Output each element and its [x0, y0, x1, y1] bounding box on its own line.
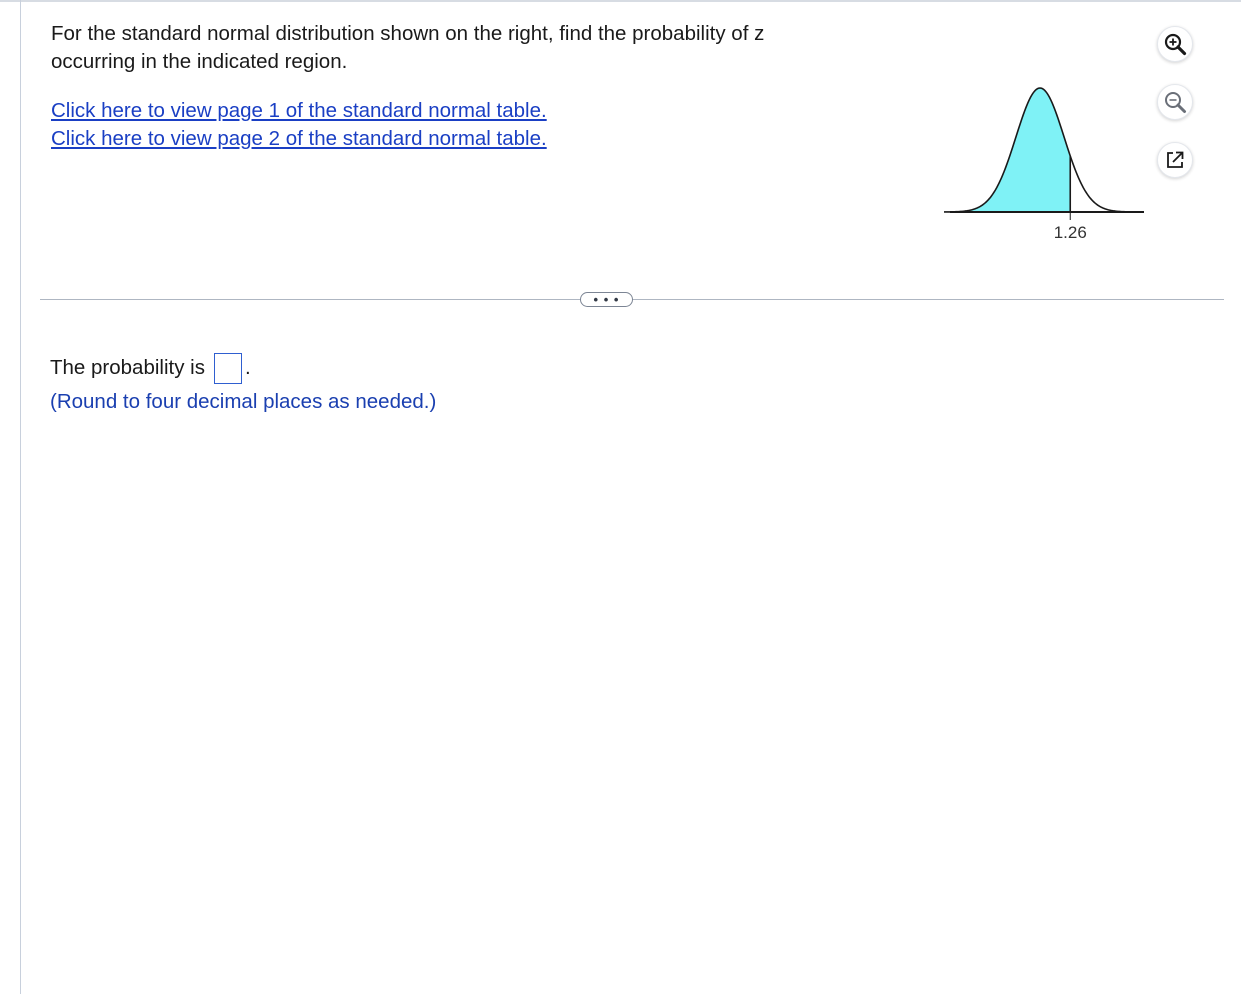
z-value-label: 1.26 — [1054, 223, 1087, 242]
answer-section: The probability is . (Round to four deci… — [50, 351, 436, 419]
figure-tools — [1157, 26, 1197, 200]
answer-prefix: The probability is — [50, 356, 205, 379]
more-options-button[interactable]: • • • — [580, 292, 633, 307]
answer-suffix: . — [244, 356, 251, 379]
popout-icon — [1167, 151, 1184, 168]
popout-button[interactable] — [1157, 142, 1193, 178]
rounding-hint: (Round to four decimal places as needed.… — [50, 390, 437, 413]
normal-distribution-figure: 1.26 — [944, 56, 1148, 246]
table-links: Click here to view page 1 of the standar… — [51, 97, 547, 153]
table-page-1-link[interactable]: Click here to view page 1 of the standar… — [51, 97, 547, 125]
question-text: For the standard normal distribution sho… — [51, 22, 765, 73]
table-page-2-link[interactable]: Click here to view page 2 of the standar… — [51, 125, 547, 153]
left-border — [20, 0, 21, 994]
zoom-out-icon — [1165, 92, 1186, 113]
normal-curve-graph: 1.26 — [944, 87, 1144, 242]
zoom-in-button[interactable] — [1157, 26, 1193, 62]
answer-line: The probability is . — [50, 351, 436, 385]
shaded-region — [944, 88, 1071, 212]
zoom-in-icon — [1164, 33, 1187, 56]
top-border — [0, 0, 1241, 2]
zoom-out-button[interactable] — [1157, 84, 1193, 120]
probability-input[interactable] — [213, 352, 242, 384]
